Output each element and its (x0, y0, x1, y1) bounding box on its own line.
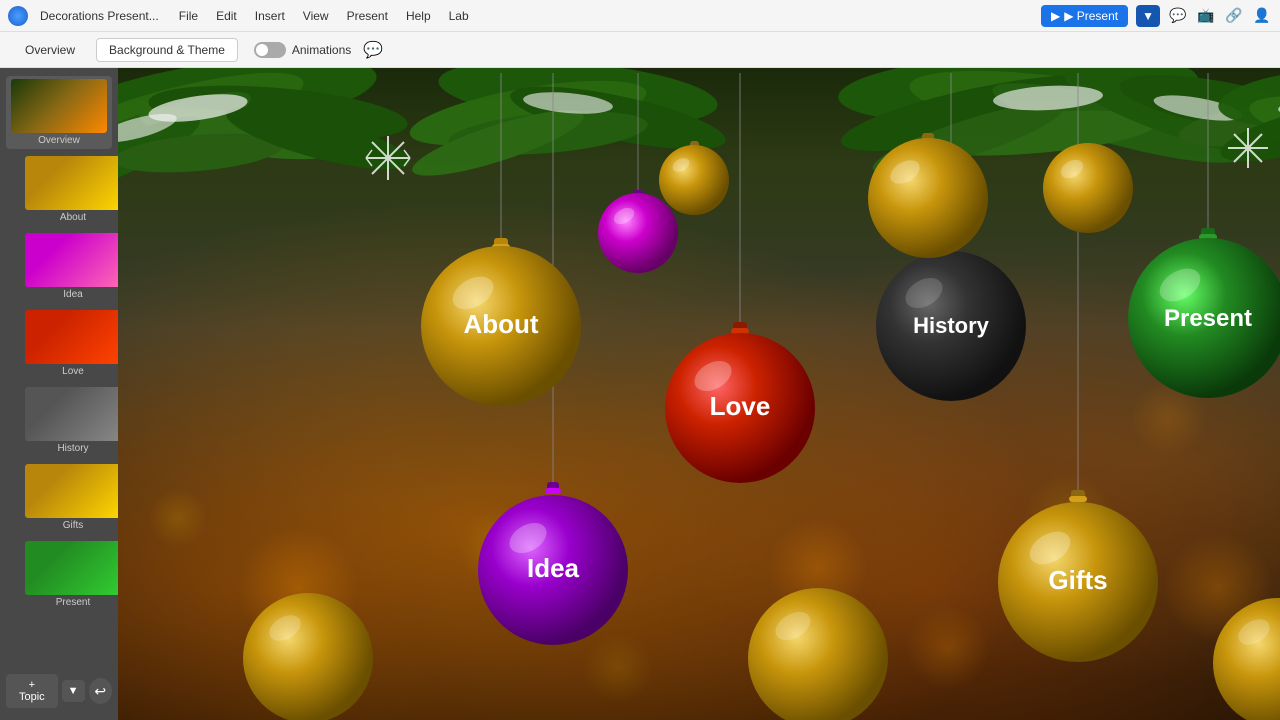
slide-thumb-4[interactable]: History (22, 384, 118, 457)
ornament-about: About (421, 238, 581, 406)
undo-button[interactable]: ↩ (89, 678, 113, 704)
toolbar: Overview Background & Theme Animations 💬 (0, 32, 1280, 68)
slide-img-4 (25, 387, 118, 441)
ornament-history: History (876, 238, 1026, 401)
svg-text:About: About (463, 309, 538, 339)
slide-row-2: 2 Idea (6, 230, 112, 303)
ornament-gifts: Gifts (998, 490, 1158, 662)
slide-row-1: 1 About (6, 153, 112, 226)
slide-background: About Love History (118, 68, 1280, 720)
add-topic-dropdown-button[interactable]: ▼ (62, 680, 85, 702)
overview-label: Overview (9, 135, 109, 146)
present-button[interactable]: ▶ ▶ Present (1041, 5, 1128, 27)
slide-thumb-2[interactable]: Idea (22, 230, 118, 303)
ornament-present: Present (1128, 228, 1280, 398)
app-logo (8, 6, 28, 26)
ornament-gold-bottom-right (1213, 598, 1280, 720)
slide-img-3 (25, 310, 118, 364)
svg-text:Gifts: Gifts (1048, 565, 1107, 595)
menu-edit[interactable]: Edit (208, 7, 245, 25)
slide-thumb-5[interactable]: Gifts (22, 461, 118, 534)
present-dropdown-button[interactable]: ▼ (1136, 5, 1160, 27)
animations-toggle[interactable] (254, 42, 286, 58)
ornament-love: Love (665, 322, 815, 483)
menu-present[interactable]: Present (339, 7, 396, 25)
sidebar-bottom: + Topic ▼ ↩ (6, 670, 112, 712)
slide-canvas: About Love History (118, 68, 1280, 720)
app-title: Decorations Present... (40, 9, 159, 23)
slide-comment-icon[interactable]: 💬 (363, 40, 383, 60)
slide-img-5 (25, 464, 118, 518)
slide-label-6: Present (56, 597, 90, 608)
slide-row-4: 4 History (6, 384, 112, 457)
slide-thumb-3[interactable]: Love (22, 307, 118, 380)
slide-overview[interactable]: Overview (6, 76, 112, 149)
tab-background-theme[interactable]: Background & Theme (96, 38, 238, 62)
tab-overview[interactable]: Overview (12, 38, 88, 62)
main-area: Overview 1 About 2 Idea 3 Love (0, 68, 1280, 720)
slide-label-3: Love (62, 366, 84, 377)
topbar: Decorations Present... File Edit Insert … (0, 0, 1280, 32)
slide-row-3: 3 Love (6, 307, 112, 380)
slide-label-1: About (60, 212, 86, 223)
comment-icon[interactable]: 💬 (1168, 6, 1188, 26)
svg-text:Idea: Idea (527, 553, 580, 583)
slide-thumb-1[interactable]: About (22, 153, 118, 226)
slide-row-6: 6 Present (6, 538, 112, 611)
overview-thumbnail (11, 79, 107, 133)
menu-insert[interactable]: Insert (247, 7, 293, 25)
toggle-knob (256, 44, 268, 56)
slide-thumb-6[interactable]: Present (22, 538, 118, 611)
ornament-small-gold-top (659, 141, 729, 215)
animations-label: Animations (292, 43, 351, 57)
slide-content-svg: About Love History (118, 68, 1280, 720)
ornament-gold-top-far-right (1043, 143, 1133, 233)
svg-text:History: History (913, 313, 990, 338)
svg-text:Present: Present (1164, 305, 1252, 332)
cast-icon[interactable]: 📺 (1196, 6, 1216, 26)
slide-img-1 (25, 156, 118, 210)
menu-bar: File Edit Insert View Present Help Lab (171, 7, 477, 25)
slide-img-6 (25, 541, 118, 595)
menu-view[interactable]: View (295, 7, 337, 25)
menu-lab[interactable]: Lab (441, 7, 477, 25)
menu-help[interactable]: Help (398, 7, 439, 25)
animations-toggle-group: Animations (254, 42, 351, 58)
add-topic-button[interactable]: + Topic (6, 674, 58, 708)
slide-img-2 (25, 233, 118, 287)
ornament-large-gold-top-right (868, 133, 988, 258)
share-icon[interactable]: 🔗 (1224, 6, 1244, 26)
slide-panel: Overview 1 About 2 Idea 3 Love (0, 68, 118, 720)
ornament-idea: Idea (478, 482, 628, 645)
ornament-gold-bottom-center (748, 588, 888, 720)
slide-label-4: History (57, 443, 88, 454)
slide-row-5: 5 Gifts (6, 461, 112, 534)
topbar-right: ▶ ▶ Present ▼ 💬 📺 🔗 👤 (1041, 5, 1272, 27)
account-icon[interactable]: 👤 (1252, 6, 1272, 26)
menu-file[interactable]: File (171, 7, 206, 25)
svg-text:Love: Love (710, 391, 771, 421)
ornament-small-purple (598, 190, 678, 273)
ornament-gold-bottom-left (243, 593, 373, 720)
slide-label-5: Gifts (63, 520, 84, 531)
slide-label-2: Idea (63, 289, 82, 300)
